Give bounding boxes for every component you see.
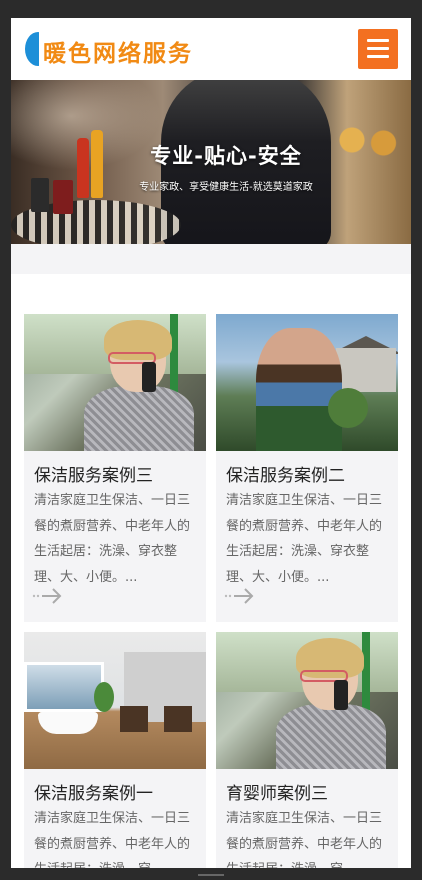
case-image[interactable] bbox=[24, 314, 206, 451]
case-title[interactable]: 保洁服务案例一 bbox=[34, 779, 153, 804]
case-description: 清洁家庭卫生保洁、一日三餐的煮厨营养、中老年人的生活起居：洗澡、穿 bbox=[34, 811, 191, 868]
phone-viewport: 暖色网络服务 专业-贴心-安全 专业家政、享受健康生活-就选莫道家政 保洁服务案… bbox=[11, 18, 411, 868]
section-divider bbox=[11, 244, 411, 274]
case-title[interactable]: 育婴师案例三 bbox=[226, 779, 328, 804]
case-description: 清洁家庭卫生保洁、一日三餐的煮厨营养、中老年人的生活起居：洗澡、穿衣整理、大、小… bbox=[34, 493, 191, 585]
case-description: 清洁家庭卫生保洁、一日三餐的煮厨营养、中老年人的生活起居：洗澡、穿衣整理、大、小… bbox=[226, 493, 383, 585]
banner-title: 专业-贴心-安全 bbox=[150, 144, 302, 168]
case-card[interactable]: 保洁服务案例一 清洁家庭卫生保洁、一日三餐的煮厨营养、中老年人的生活起居：洗澡、… bbox=[24, 632, 206, 868]
arrow-right-icon[interactable] bbox=[224, 587, 256, 605]
scroll-handle bbox=[198, 874, 224, 876]
case-image[interactable] bbox=[216, 632, 398, 769]
case-card[interactable]: 育婴师案例三 清洁家庭卫生保洁、一日三餐的煮厨营养、中老年人的生活起居：洗澡、穿 bbox=[216, 632, 398, 868]
case-title[interactable]: 保洁服务案例二 bbox=[226, 461, 345, 486]
arrow-right-icon[interactable] bbox=[32, 587, 64, 605]
logo-text: 暖色网络服务 bbox=[43, 40, 193, 67]
hero-banner[interactable]: 专业-贴心-安全 专业家政、享受健康生活-就选莫道家政 bbox=[11, 80, 411, 244]
site-logo[interactable]: 暖色网络服务 bbox=[25, 30, 225, 78]
case-image[interactable] bbox=[24, 632, 206, 769]
banner-subtitle: 专业家政、享受健康生活-就选莫道家政 bbox=[139, 182, 313, 193]
case-card[interactable]: 保洁服务案例二 清洁家庭卫生保洁、一日三餐的煮厨营养、中老年人的生活起居：洗澡、… bbox=[216, 314, 398, 622]
case-title[interactable]: 保洁服务案例三 bbox=[34, 461, 153, 486]
hamburger-icon[interactable] bbox=[358, 29, 398, 69]
case-description: 清洁家庭卫生保洁、一日三餐的煮厨营养、中老年人的生活起居：洗澡、穿 bbox=[226, 811, 383, 868]
case-image[interactable] bbox=[216, 314, 398, 451]
case-card[interactable]: 保洁服务案例三 清洁家庭卫生保洁、一日三餐的煮厨营养、中老年人的生活起居：洗澡、… bbox=[24, 314, 206, 622]
site-header: 暖色网络服务 bbox=[11, 18, 411, 80]
